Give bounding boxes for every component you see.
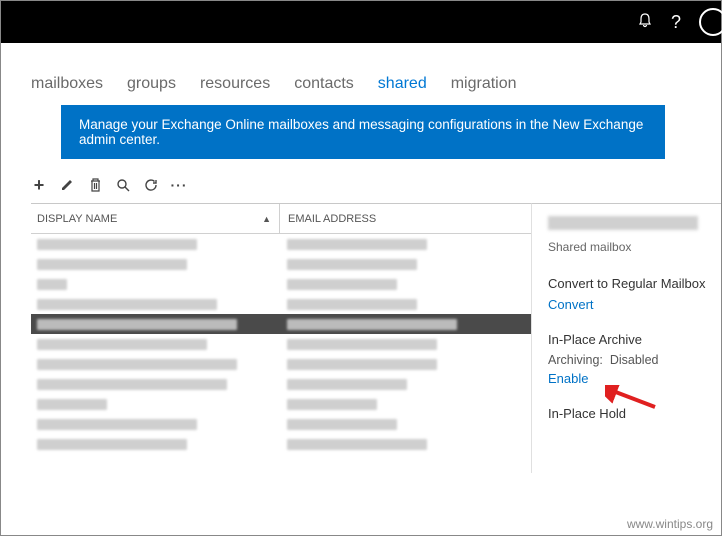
delete-button[interactable] [87,177,103,193]
tab-resources[interactable]: resources [200,75,270,93]
banner-text: Manage your Exchange Online mailboxes an… [79,117,647,147]
mailbox-type-label: Shared mailbox [548,240,711,254]
table-row[interactable] [31,254,531,274]
tab-contacts[interactable]: contacts [294,75,354,93]
help-icon[interactable]: ? [671,12,681,33]
table-row[interactable] [31,334,531,354]
table-row[interactable] [31,294,531,314]
eac-banner[interactable]: Manage your Exchange Online mailboxes an… [61,105,665,159]
table-row[interactable] [31,394,531,414]
table-row[interactable] [31,414,531,434]
column-email-address[interactable]: EMAIL ADDRESS [279,204,531,233]
edit-button[interactable] [59,177,75,193]
toolbar: + ··· [1,159,721,203]
enable-archive-link[interactable]: Enable [548,371,588,386]
search-button[interactable] [115,177,131,193]
details-pane: Shared mailbox Convert to Regular Mailbo… [531,203,721,473]
avatar[interactable] [699,8,722,36]
tab-shared[interactable]: shared [378,75,427,93]
table-row[interactable] [31,374,531,394]
banner-action[interactable] [699,105,711,147]
convert-section-title: Convert to Regular Mailbox [548,276,711,291]
table-row[interactable] [31,234,531,254]
column-display-name[interactable]: DISPLAY NAME ▲ [31,213,279,225]
grid-header: DISPLAY NAME ▲ EMAIL ADDRESS [31,204,531,234]
table-row[interactable] [31,274,531,294]
tab-mailboxes[interactable]: mailboxes [31,75,103,93]
archive-section-title: In-Place Archive [548,332,711,347]
tab-migration[interactable]: migration [451,75,517,93]
hold-section-title: In-Place Hold [548,406,711,421]
watermark: www.wintips.org [627,517,713,531]
top-bar: ? [1,1,721,43]
table-row[interactable] [31,314,531,334]
convert-link[interactable]: Convert [548,297,594,312]
table-row[interactable] [31,354,531,374]
selected-mailbox-name [548,216,698,230]
add-button[interactable]: + [31,177,47,193]
archive-status: Archiving: Disabled [548,353,711,367]
more-button[interactable]: ··· [171,177,187,193]
table-row[interactable] [31,434,531,454]
grid-body[interactable] [31,234,531,474]
bell-icon[interactable] [637,12,653,33]
mailbox-grid: DISPLAY NAME ▲ EMAIL ADDRESS [31,203,531,474]
recipients-tabs: mailboxes groups resources contacts shar… [1,43,721,105]
sort-ascending-icon: ▲ [262,214,271,224]
tab-groups[interactable]: groups [127,75,176,93]
refresh-button[interactable] [143,177,159,193]
